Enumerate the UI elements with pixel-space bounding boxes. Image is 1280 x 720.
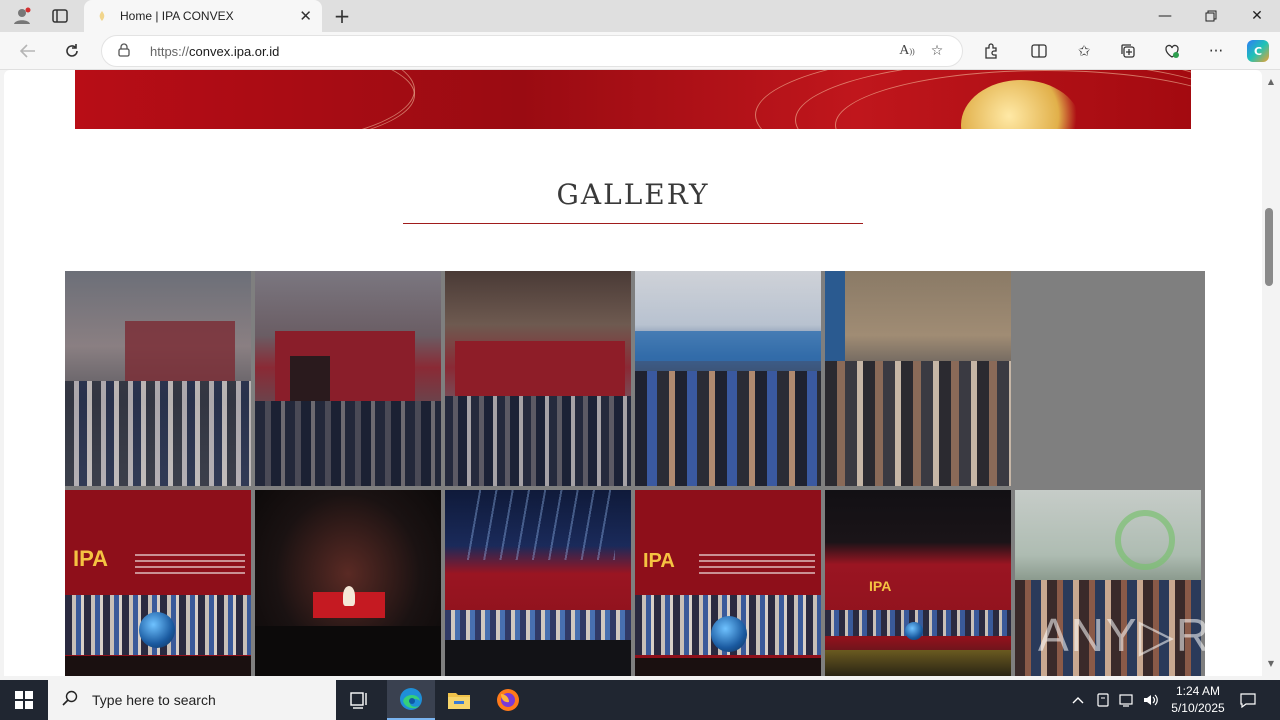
edge-taskbar-icon[interactable] [387, 680, 435, 720]
gallery-photo[interactable] [445, 271, 631, 486]
gallery-photo[interactable] [445, 490, 631, 676]
photo-gallery: IPA IPA IPA [65, 271, 1205, 676]
search-icon [62, 690, 82, 710]
back-button[interactable] [14, 39, 42, 63]
close-window-button[interactable]: ✕ [1234, 0, 1280, 32]
volume-icon[interactable] [1141, 680, 1161, 720]
new-tab-button[interactable]: + [330, 4, 354, 28]
url-text[interactable]: https://convex.ipa.or.id [150, 44, 892, 59]
minimize-button[interactable]: — [1142, 0, 1188, 32]
gallery-photo[interactable] [825, 271, 1011, 486]
copilot-icon[interactable]: C [1247, 40, 1269, 62]
address-bar[interactable]: https://convex.ipa.or.id A)) ☆ [101, 35, 963, 67]
taskbar-search-box[interactable]: Type here to search [48, 680, 336, 720]
scroll-down-arrow-icon[interactable]: ▼ [1262, 656, 1280, 670]
gallery-photo[interactable]: IPA [635, 490, 821, 676]
profile-icon[interactable] [8, 4, 36, 28]
gallery-photo[interactable] [635, 271, 821, 486]
tab-home[interactable]: Home | IPA CONVEX ✕ [84, 0, 322, 32]
taskbar-clock[interactable]: 1:24 AM 5/10/2025 [1162, 683, 1234, 717]
url-host: convex.ipa.or.id [189, 43, 280, 59]
task-view-icon[interactable] [336, 680, 384, 720]
favorite-star-icon[interactable]: ☆ [922, 39, 952, 63]
tab-actions-icon[interactable] [46, 4, 74, 28]
tab-close-icon[interactable]: ✕ [299, 7, 312, 25]
anyrun-watermark: ANY▷RUN [1038, 609, 1262, 661]
header-banner [75, 70, 1191, 129]
page-viewport: GALLERY IPA IPA IPA ANY▷RUN [4, 70, 1262, 676]
collections-icon[interactable] [1114, 39, 1142, 63]
scroll-up-arrow-icon[interactable]: ▲ [1262, 74, 1280, 88]
start-button[interactable] [0, 680, 48, 720]
restore-button[interactable] [1188, 0, 1234, 32]
tab-title: Home | IPA CONVEX [120, 9, 234, 23]
site-favicon-icon [94, 8, 110, 24]
file-explorer-icon[interactable] [435, 680, 483, 720]
url-protocol: https:// [150, 43, 190, 59]
favorites-icon[interactable]: ✩ [1070, 39, 1098, 63]
device-icon[interactable] [1094, 680, 1112, 720]
clock-time: 1:24 AM [1175, 684, 1221, 698]
gallery-photo[interactable] [65, 271, 251, 486]
search-placeholder: Type here to search [92, 692, 216, 708]
firefox-icon[interactable] [484, 680, 532, 720]
heading-divider [403, 223, 863, 224]
gallery-photo-placeholder [1015, 271, 1201, 486]
tab-strip: Home | IPA CONVEX ✕ + — ✕ [0, 0, 1280, 32]
gallery-photo[interactable] [255, 490, 441, 676]
browser-toolbar: https://convex.ipa.or.id A)) ☆ ✩ ··· C [0, 32, 1280, 70]
browser-essentials-icon[interactable] [1158, 39, 1186, 63]
gallery-photo[interactable] [255, 271, 441, 486]
notifications-icon[interactable] [1236, 680, 1260, 720]
settings-more-icon[interactable]: ··· [1202, 39, 1230, 63]
gallery-photo[interactable]: IPA [65, 490, 251, 676]
gallery-heading: GALLERY [556, 178, 710, 211]
scrollbar-thumb[interactable] [1265, 208, 1273, 286]
refresh-button[interactable] [58, 39, 86, 63]
show-hidden-icons[interactable] [1068, 680, 1088, 720]
taskbar: Type here to search 1:24 AM 5/10/2025 [0, 680, 1280, 720]
extensions-icon[interactable] [977, 39, 1005, 63]
read-aloud-icon[interactable]: A)) [892, 39, 922, 63]
lock-icon[interactable] [118, 42, 132, 60]
clock-date: 5/10/2025 [1171, 701, 1225, 715]
network-icon[interactable] [1117, 680, 1137, 720]
gallery-photo[interactable]: IPA [825, 490, 1011, 676]
split-screen-icon[interactable] [1025, 39, 1053, 63]
page-scrollbar[interactable] [1262, 70, 1280, 676]
